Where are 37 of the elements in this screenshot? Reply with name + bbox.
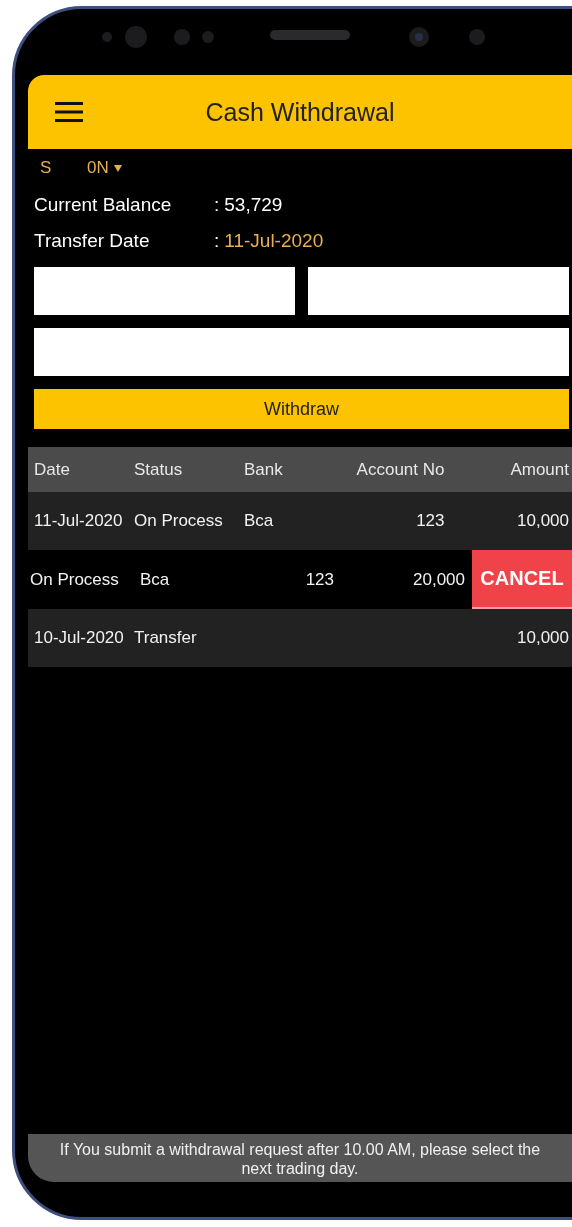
input-field[interactable] [34, 328, 569, 376]
input-field[interactable] [308, 267, 569, 315]
info-value: 11-Jul-2020 [224, 230, 324, 252]
column-header: Account No [355, 459, 445, 480]
info-label: Transfer Date [34, 230, 151, 252]
column-header: Date [34, 459, 71, 480]
screen-title: Cash Withdrawal [204, 97, 396, 127]
table-cell-text: Bca [140, 569, 171, 590]
account-type: S [40, 158, 53, 178]
table-cell-text: 10-Jul-2020 [34, 628, 125, 648]
separator: : [214, 194, 220, 216]
withdraw-button[interactable]: Withdraw [34, 389, 569, 429]
menu-icon[interactable] [55, 102, 83, 122]
account-dropdown[interactable]: 0N [87, 158, 122, 178]
table-cell-text: 20,000 [412, 569, 466, 590]
table-cell-text: 10,000 [516, 628, 569, 648]
table-cell-text: On Process [30, 569, 120, 590]
table-row[interactable]: 10-Jul-2020 Transfer 10,000 [28, 609, 572, 667]
info-value: 53,729 [224, 194, 283, 216]
table-row[interactable]: 11-Jul-2020 On Process Bca 123 10,000 [28, 492, 572, 550]
table-cell-text: 123 [415, 511, 445, 531]
table-cell-text: 10,000 [516, 511, 569, 531]
table-cell-text: 11-Jul-2020 [34, 511, 124, 531]
table-cell-text: On Process [134, 511, 224, 531]
column-header: Bank [244, 459, 284, 480]
caret-icon [113, 164, 122, 172]
input-field[interactable] [34, 267, 295, 315]
table-cell-text: Transfer [134, 628, 198, 648]
column-header: Amount [509, 459, 569, 480]
info-label: Current Balance [34, 194, 173, 216]
column-header: Status [134, 459, 184, 480]
table-row[interactable]: On Process Bca 123 20,000 CANCEL [28, 550, 572, 609]
table-cell-text: 123 [304, 569, 335, 590]
cancel-button[interactable]: CANCEL [472, 550, 572, 609]
footer-notice: If You submit a withdrawal request after 10.00 AM, please select the next trading day. [28, 1134, 572, 1182]
separator: : [214, 230, 220, 252]
table-cell-text: Bca [244, 511, 275, 531]
